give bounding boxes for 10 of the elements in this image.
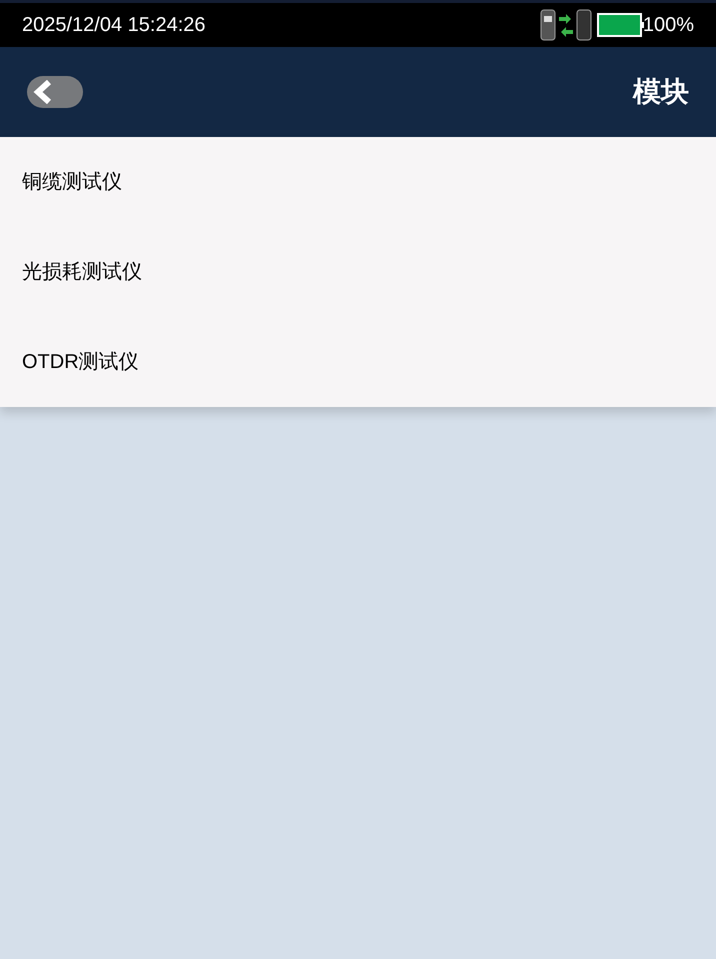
chevron-left-icon [33, 80, 53, 104]
battery-icon [596, 13, 645, 37]
battery-percent: 100% [642, 13, 694, 38]
device-link-icon [538, 8, 593, 42]
menu-item[interactable]: OTDR测试仪 [0, 317, 716, 407]
page-title: 模块 [633, 75, 689, 109]
status-time: 2025/12/04 15:24:26 [22, 13, 206, 38]
menu-item[interactable]: 铜缆测试仪 [0, 137, 716, 227]
back-button[interactable] [27, 76, 83, 108]
menu-item[interactable]: 光损耗测试仪 [0, 227, 716, 317]
